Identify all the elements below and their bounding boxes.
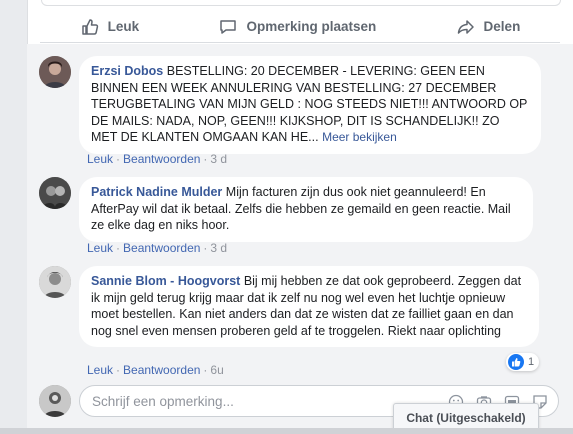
comment-timestamp[interactable]: 3 d bbox=[210, 152, 227, 166]
comment-bubble: Erzsi Dobos BESTELLING: 20 DECEMBER - LE… bbox=[79, 56, 541, 154]
share-button[interactable]: Delen bbox=[456, 17, 521, 37]
comments-section: Erzsi Dobos BESTELLING: 20 DECEMBER - LE… bbox=[27, 44, 573, 434]
thumbs-up-icon bbox=[81, 18, 98, 35]
chat-tab[interactable]: Chat (Uitgeschakeld) bbox=[393, 403, 539, 431]
post-action-bar: Leuk Opmerking plaatsen Delen bbox=[40, 11, 560, 43]
avatar[interactable] bbox=[39, 56, 71, 88]
speech-bubble-icon bbox=[220, 19, 237, 34]
comment-bubble: Patrick Nadine Mulder Mijn facturen zijn… bbox=[79, 177, 533, 242]
comment-bubble: Sannie Blom - Hoogvorst Bij mij hebben z… bbox=[79, 266, 539, 347]
comment-like-link[interactable]: Leuk bbox=[87, 152, 113, 166]
comment-reply-link[interactable]: Beantwoorden bbox=[123, 241, 200, 255]
like-button-label: Leuk bbox=[107, 19, 140, 34]
reaction-count-badge[interactable]: 1 bbox=[506, 353, 540, 371]
comment-like-link[interactable]: Leuk bbox=[87, 363, 113, 377]
comment-button-label: Opmerking plaatsen bbox=[246, 19, 377, 34]
share-arrow-icon bbox=[457, 19, 474, 34]
comment-author[interactable]: Sannie Blom - Hoogvorst bbox=[91, 274, 240, 288]
chat-tab-label: Chat (Uitgeschakeld) bbox=[406, 410, 526, 425]
like-reaction-icon bbox=[508, 354, 524, 370]
comment-button[interactable]: Opmerking plaatsen bbox=[218, 17, 376, 37]
comment-author[interactable]: Patrick Nadine Mulder bbox=[91, 185, 222, 199]
like-button[interactable]: Leuk bbox=[80, 17, 140, 37]
comment-meta: Leuk · Beantwoorden · 6u bbox=[87, 363, 224, 377]
comment-author[interactable]: Erzsi Dobos bbox=[91, 64, 163, 78]
avatar[interactable] bbox=[39, 177, 71, 209]
share-button-label: Delen bbox=[483, 19, 521, 34]
comment-meta: Leuk · Beantwoorden · 3 d bbox=[87, 152, 228, 166]
comment-timestamp[interactable]: 3 d bbox=[210, 241, 227, 255]
comment-reply-link[interactable]: Beantwoorden bbox=[123, 152, 200, 166]
comment-like-link[interactable]: Leuk bbox=[87, 241, 113, 255]
comment-reply-link[interactable]: Beantwoorden bbox=[123, 363, 200, 377]
comment-timestamp[interactable]: 6u bbox=[210, 363, 223, 377]
avatar[interactable] bbox=[39, 266, 71, 298]
reaction-count: 1 bbox=[528, 356, 535, 368]
horizontal-scrollbar[interactable] bbox=[0, 428, 573, 434]
avatar[interactable] bbox=[39, 385, 71, 417]
see-more-link[interactable]: Meer bekijken bbox=[322, 130, 397, 144]
comment-meta: Leuk · Beantwoorden · 3 d bbox=[87, 241, 228, 255]
post-top-edge bbox=[41, 0, 561, 6]
comment-input-placeholder: Schrijf een opmerking... bbox=[92, 393, 234, 409]
